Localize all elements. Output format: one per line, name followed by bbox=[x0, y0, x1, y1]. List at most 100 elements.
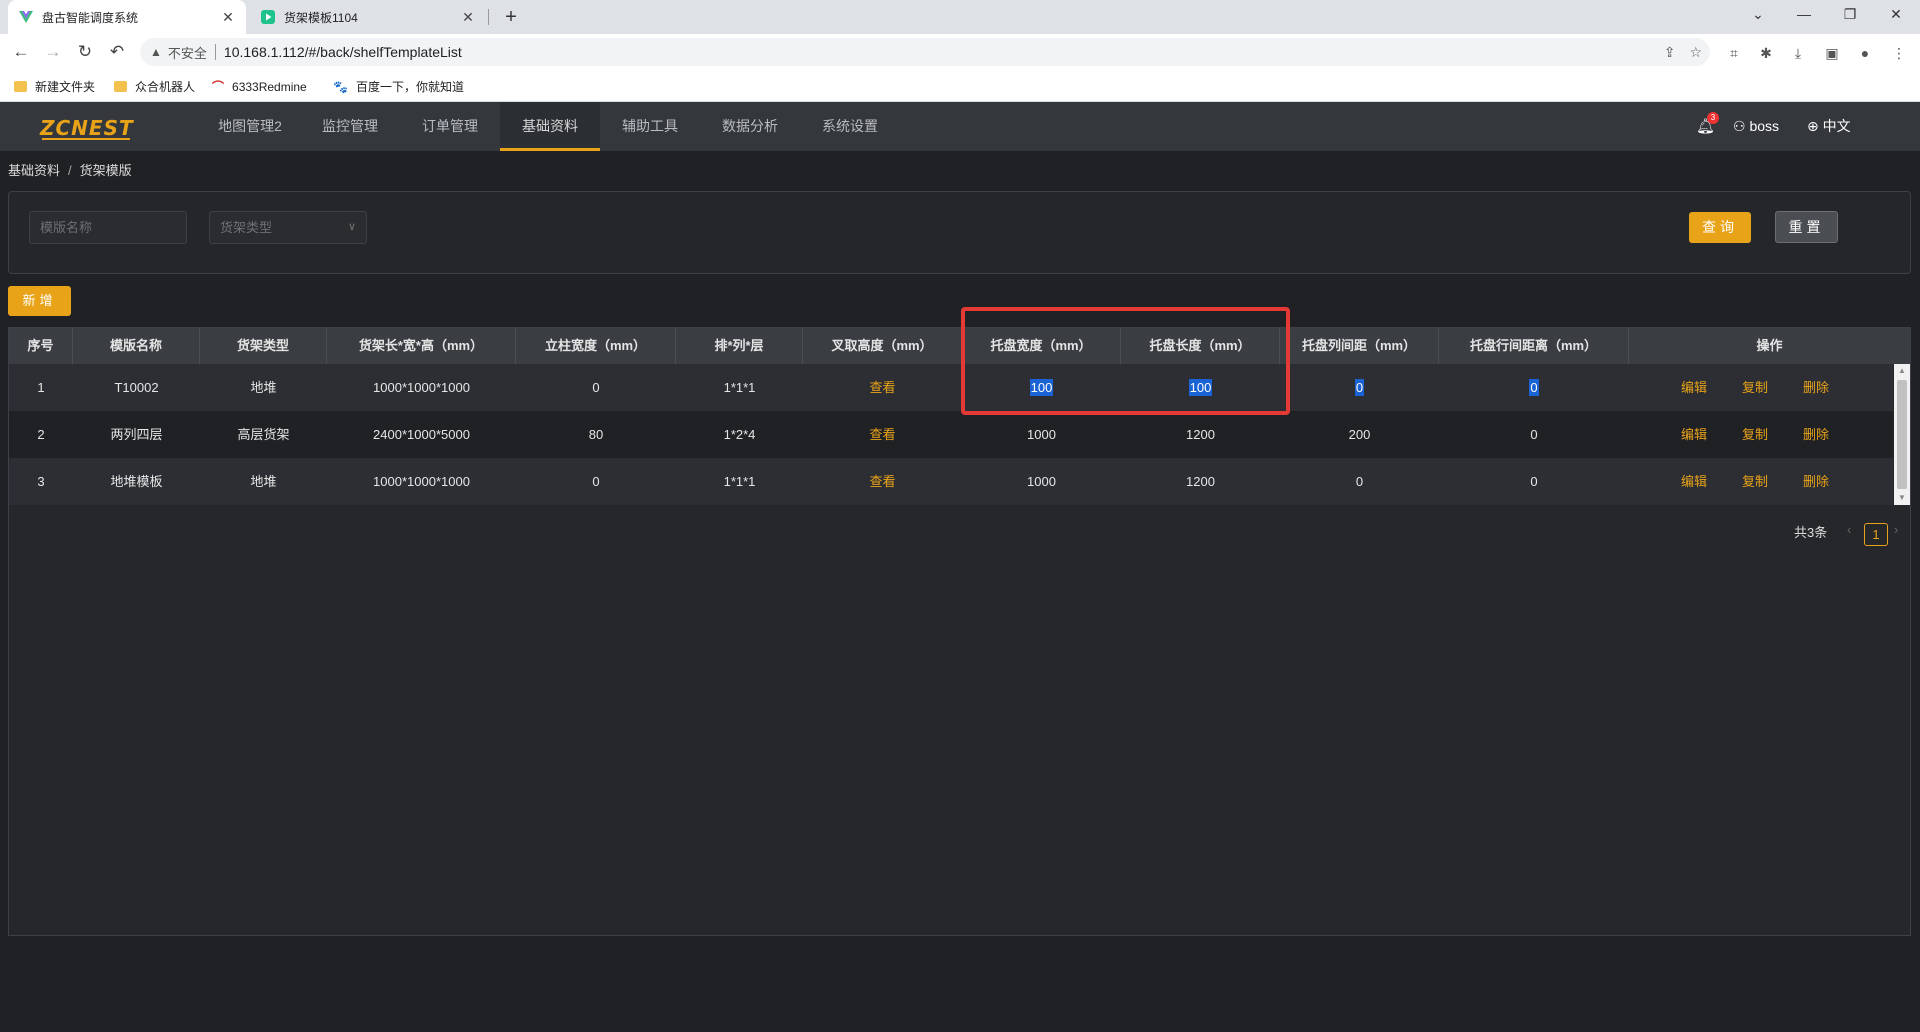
menu-analytics[interactable]: 数据分析 bbox=[700, 102, 800, 151]
minimize-icon[interactable]: — bbox=[1781, 0, 1827, 30]
reload-icon[interactable]: ↻ bbox=[73, 41, 97, 63]
profile-icon[interactable]: ● bbox=[1855, 43, 1875, 63]
view-link[interactable]: 查看 bbox=[803, 364, 962, 411]
sidebar-icon[interactable]: ▣ bbox=[1822, 43, 1842, 63]
cell-index: 1 bbox=[37, 380, 45, 395]
share-icon[interactable]: ⇪ bbox=[1664, 44, 1676, 61]
column-header: 立柱宽度（mm） bbox=[516, 328, 676, 364]
bookmark-item[interactable]: 🐾 百度一下，你就知道 bbox=[333, 78, 464, 95]
table-row: 3 地堆模板 地堆 1000*1000*1000 0 1*1*1 查看 1000… bbox=[9, 458, 1893, 505]
back-icon[interactable]: ← bbox=[9, 41, 33, 63]
edit-link[interactable]: 编辑 bbox=[1674, 364, 1714, 411]
bookmark-label: 百度一下，你就知道 bbox=[355, 80, 464, 94]
tab-search-icon[interactable]: ⌄ bbox=[1735, 0, 1781, 30]
view-link[interactable]: 查看 bbox=[803, 411, 962, 458]
bookmarks-bar: 新建文件夹 众合机器人 ⌒ 6333Redmine 🐾 百度一下，你就知道 bbox=[0, 70, 1920, 102]
browser-menu-icon[interactable]: ⋮ bbox=[1889, 43, 1909, 63]
view-link[interactable]: 查看 bbox=[803, 458, 962, 505]
cell-pallet-length: 1200 bbox=[1186, 474, 1215, 489]
extensions-icon[interactable]: ✱ bbox=[1756, 43, 1776, 63]
browser-tab[interactable]: 货架模板1104 ✕ bbox=[250, 0, 486, 34]
query-button[interactable]: 查询 bbox=[1689, 212, 1751, 243]
cell-type: 地堆 bbox=[250, 380, 277, 395]
close-window-icon[interactable]: ✕ bbox=[1873, 0, 1919, 30]
language-switch[interactable]: ⊕ 中文 bbox=[1807, 102, 1851, 151]
bookmark-star-icon[interactable]: ☆ bbox=[1689, 44, 1702, 61]
logo: ZCNEST bbox=[40, 116, 134, 140]
url-text[interactable]: 10.168.1.112/#/back/shelfTemplateList bbox=[224, 44, 462, 60]
menu-tools[interactable]: 辅助工具 bbox=[600, 102, 700, 151]
close-tab-icon[interactable]: ✕ bbox=[220, 9, 236, 26]
close-tab-icon[interactable]: ✕ bbox=[460, 9, 476, 26]
column-header: 序号 bbox=[9, 328, 73, 364]
vue-logo-icon bbox=[18, 9, 34, 25]
menu-map[interactable]: 地图管理2 bbox=[200, 102, 300, 151]
add-button[interactable]: 新增 bbox=[8, 286, 71, 316]
template-name-input[interactable]: 模版名称 bbox=[29, 211, 187, 244]
menu-monitor[interactable]: 监控管理 bbox=[300, 102, 400, 151]
cell-pallet-width: 1000 bbox=[1027, 427, 1056, 442]
copy-link[interactable]: 复制 bbox=[1735, 458, 1775, 505]
cell-index: 3 bbox=[37, 474, 45, 489]
column-header: 操作 bbox=[1756, 338, 1783, 353]
chevron-down-icon: ∨ bbox=[347, 221, 356, 233]
bell-icon[interactable]: 🔔︎ bbox=[1696, 102, 1715, 151]
menu-base-data[interactable]: 基础资料 bbox=[500, 102, 600, 151]
cell-index: 2 bbox=[37, 427, 45, 442]
column-header: 排*列*层 bbox=[676, 328, 803, 364]
copy-link[interactable]: 复制 bbox=[1735, 411, 1775, 458]
new-tab-icon[interactable]: + bbox=[500, 6, 522, 28]
cell-pallet-col-gap: 200 bbox=[1348, 427, 1371, 442]
prev-page-icon[interactable]: ‹ bbox=[1847, 522, 1851, 537]
scroll-down-icon[interactable]: ▼ bbox=[1894, 491, 1910, 505]
redmine-icon: ⌒ bbox=[212, 80, 225, 94]
folder-icon bbox=[114, 81, 127, 92]
cell-name: 地堆模板 bbox=[110, 474, 163, 489]
edit-link[interactable]: 编辑 bbox=[1674, 411, 1714, 458]
user-menu[interactable]: ⚇ boss bbox=[1733, 102, 1779, 151]
column-header: 托盘列间距（mm） bbox=[1280, 328, 1439, 364]
tab-divider bbox=[488, 9, 489, 25]
language-label: 中文 bbox=[1822, 118, 1851, 134]
download-icon[interactable]: ⤓ bbox=[1788, 43, 1808, 63]
bookmark-item[interactable]: 新建文件夹 bbox=[14, 78, 95, 95]
cell-pallet-row-gap: 0 bbox=[1439, 364, 1629, 411]
baidu-icon: 🐾 bbox=[333, 79, 348, 94]
shelf-type-select[interactable]: 货架类型 ∨ bbox=[209, 211, 367, 244]
menu-settings[interactable]: 系统设置 bbox=[800, 102, 900, 151]
reset-button[interactable]: 重置 bbox=[1775, 211, 1838, 243]
page-number[interactable]: 1 bbox=[1864, 523, 1888, 546]
bookmark-item[interactable]: ⌒ 6333Redmine bbox=[212, 78, 307, 95]
delete-link[interactable]: 删除 bbox=[1796, 364, 1836, 411]
crop-icon[interactable]: ⌗ bbox=[1724, 43, 1744, 63]
scrollbar-thumb[interactable] bbox=[1897, 380, 1907, 489]
forward-icon[interactable]: → bbox=[41, 41, 65, 63]
next-page-icon[interactable]: › bbox=[1894, 522, 1898, 537]
copy-link[interactable]: 复制 bbox=[1735, 364, 1775, 411]
address-bar[interactable]: ▲ 不安全 10.168.1.112/#/back/shelfTemplateL… bbox=[140, 38, 1710, 66]
address-divider bbox=[214, 44, 216, 60]
breadcrumb-parent[interactable]: 基础资料 bbox=[8, 163, 60, 178]
cell-size: 1000*1000*1000 bbox=[373, 474, 470, 489]
bookmark-label: 众合机器人 bbox=[135, 80, 196, 94]
browser-tab-active[interactable]: 盘古智能调度系统 ✕ bbox=[8, 0, 246, 34]
tab-title: 盘古智能调度系统 bbox=[42, 10, 139, 25]
table-scrollbar[interactable]: ▲ ▼ bbox=[1894, 364, 1910, 505]
undo-icon[interactable]: ↶ bbox=[105, 41, 129, 63]
scroll-up-icon[interactable]: ▲ bbox=[1894, 364, 1910, 378]
restore-icon[interactable]: ❐ bbox=[1827, 0, 1873, 30]
browser-toolbar: ← → ↻ ↶ ▲ 不安全 10.168.1.112/#/back/shelfT… bbox=[0, 34, 1920, 70]
menu-orders[interactable]: 订单管理 bbox=[400, 102, 500, 151]
delete-link[interactable]: 删除 bbox=[1796, 411, 1836, 458]
delete-link[interactable]: 删除 bbox=[1796, 458, 1836, 505]
cell-column-width: 80 bbox=[588, 427, 604, 442]
bookmark-item[interactable]: 众合机器人 bbox=[114, 78, 195, 95]
cell-layout: 1*1*1 bbox=[723, 380, 756, 395]
edit-link[interactable]: 编辑 bbox=[1674, 458, 1714, 505]
cell-layout: 1*1*1 bbox=[723, 474, 756, 489]
browser-tab-strip: 盘古智能调度系统 ✕ 货架模板1104 ✕ + ⌄ — ❐ ✕ bbox=[0, 0, 1920, 34]
cell-pallet-width: 1000 bbox=[1027, 474, 1056, 489]
globe-icon: ⊕ bbox=[1807, 118, 1819, 134]
app-header: ZCNEST 地图管理2 监控管理 订单管理 基础资料 辅助工具 数据分析 系统… bbox=[0, 102, 1920, 151]
cell-column-width: 0 bbox=[592, 474, 600, 489]
